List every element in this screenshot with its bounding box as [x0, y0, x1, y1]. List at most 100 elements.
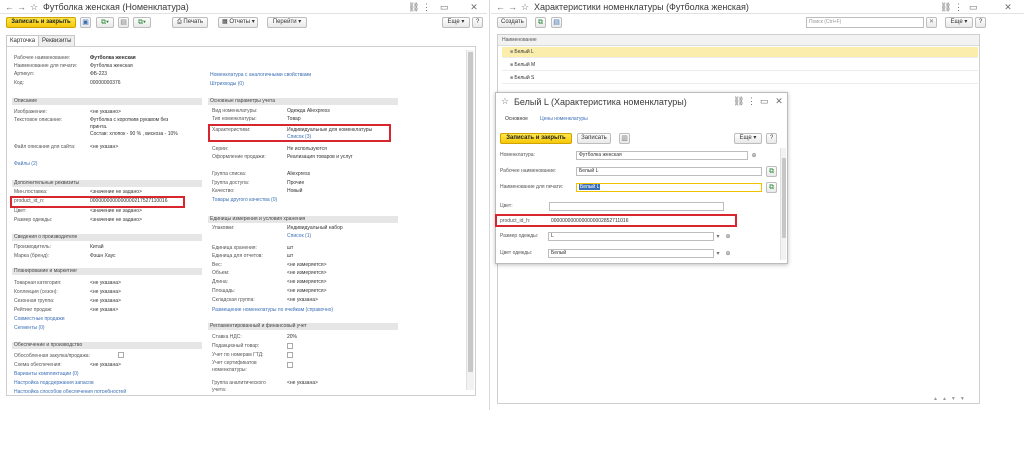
vat-value[interactable]: 20%: [287, 334, 297, 341]
barcodes-link[interactable]: Штрихкоды (0): [210, 81, 244, 88]
dialog-save-and-close-button[interactable]: Записать и закрыть: [500, 133, 572, 144]
size-dropdown-icon[interactable]: ▾: [714, 232, 722, 242]
weight-value[interactable]: <не измеряется>: [287, 262, 327, 269]
dialog-scrollbar-thumb[interactable]: [782, 158, 786, 238]
create-button[interactable]: Создать: [497, 17, 527, 28]
maximize-icon[interactable]: ▭: [760, 96, 769, 106]
color-value[interactable]: <значение не задано>: [90, 208, 142, 215]
help-button[interactable]: ?: [472, 17, 483, 28]
list-group-value[interactable]: Aliexpress: [287, 171, 310, 178]
separate-purchase-checkbox[interactable]: [118, 352, 124, 358]
packages-list-link[interactable]: Список (1): [287, 233, 311, 240]
search-input[interactable]: Поиск (Ctrl+F): [806, 17, 924, 28]
link-icon[interactable]: ⛓: [733, 96, 744, 106]
generate-name-icon[interactable]: ⧉: [766, 166, 777, 177]
folder-icon[interactable]: ▤: [551, 17, 562, 28]
text-description-line1[interactable]: Футболка с коротким рукавом без: [90, 117, 168, 124]
cert-checkbox[interactable]: [287, 362, 293, 368]
back-arrow-icon[interactable]: ←: [496, 2, 505, 12]
tab-prices[interactable]: Цены номенклатуры: [540, 116, 588, 123]
delete-icon[interactable]: ▥: [619, 133, 630, 144]
list-item-white-m[interactable]: ■ Белый M: [502, 60, 978, 71]
type-value[interactable]: Товар: [287, 116, 301, 123]
size-open-icon[interactable]: ⊕: [724, 232, 732, 242]
close-icon[interactable]: ✕: [775, 96, 783, 106]
area-value[interactable]: <не измеряется>: [287, 288, 327, 295]
minimize-icon[interactable]: ▭: [440, 2, 449, 12]
more-vertical-icon[interactable]: ⋮: [747, 96, 756, 106]
dialog-save-button[interactable]: Записать: [577, 133, 611, 144]
save-icon[interactable]: ▣: [80, 17, 91, 28]
supply-methods-link[interactable]: Настройка способов обеспечения потребнос…: [14, 389, 126, 393]
copy-icon[interactable]: ⧉▾: [133, 17, 151, 28]
vertical-scrollbar[interactable]: [466, 50, 474, 390]
sale-value[interactable]: Реализация товаров и услуг: [287, 154, 353, 161]
close-icon[interactable]: ✕: [470, 2, 478, 12]
nomenclature-field[interactable]: Футболка женская: [576, 151, 748, 160]
excise-checkbox[interactable]: [287, 343, 293, 349]
dialog-scrollbar[interactable]: [780, 148, 786, 260]
print-button[interactable]: ⎙ Печать: [172, 17, 208, 28]
save-and-close-button[interactable]: Записать и закрыть: [6, 17, 76, 28]
gtd-checkbox[interactable]: [287, 352, 293, 358]
site-file-value[interactable]: <не указан>: [90, 144, 118, 151]
sales-rating-value[interactable]: <не указан>: [90, 307, 118, 314]
cells-placement-link[interactable]: Размещение номенклатуры по ячейкам (спра…: [212, 307, 333, 314]
size-field[interactable]: L: [548, 232, 714, 241]
link-icon[interactable]: ⛓: [408, 2, 419, 12]
tab-card[interactable]: Карточка: [6, 35, 40, 46]
warehouse-group-value[interactable]: <не указана>: [287, 297, 318, 304]
back-arrow-icon[interactable]: ←: [5, 2, 14, 12]
size-value[interactable]: <значение не задано>: [90, 217, 142, 224]
similar-items-link[interactable]: Номенклатура с аналогичными свойствами: [210, 72, 311, 79]
more-vertical-icon[interactable]: ⋮: [422, 2, 431, 12]
access-group-value[interactable]: Прочие: [287, 180, 304, 187]
star-icon[interactable]: ☆: [521, 2, 529, 12]
segments-link[interactable]: Сегменты (0): [14, 325, 45, 332]
season-group-value[interactable]: <не указана>: [90, 298, 121, 305]
color-field[interactable]: [549, 202, 724, 211]
tab-requisites[interactable]: Реквизиты: [38, 35, 76, 46]
work-name-value[interactable]: Футболка женская: [90, 55, 136, 62]
clothing-color-field[interactable]: Белый: [548, 249, 714, 258]
forward-arrow-icon[interactable]: →: [508, 2, 517, 12]
dialog-help-button[interactable]: ?: [766, 133, 777, 144]
quality-value[interactable]: Новый: [287, 188, 302, 195]
print-name-field[interactable]: Белый L: [576, 183, 762, 192]
star-icon[interactable]: ☆: [30, 2, 38, 12]
list-item-white-s[interactable]: ■ Белый S: [502, 73, 978, 84]
files-link[interactable]: Файлы (2): [14, 161, 37, 168]
text-description-line3[interactable]: Состав: хлопок - 90 % , вискоза - 10%: [90, 131, 178, 138]
clothing-color-open-icon[interactable]: ⊕: [724, 249, 732, 259]
dialog-more-button[interactable]: Еще ▾: [734, 133, 762, 144]
create-based-icon[interactable]: ⧉▾: [96, 17, 114, 28]
document-icon[interactable]: ▤: [118, 17, 129, 28]
min-supply-value[interactable]: <значение не задано>: [90, 189, 142, 196]
producer-value[interactable]: Китай: [90, 244, 104, 251]
scrollbar-thumb[interactable]: [468, 52, 473, 372]
help-button-right[interactable]: ?: [975, 17, 986, 28]
goto-button[interactable]: Перейти ▾: [267, 17, 307, 28]
scroll-buttons[interactable]: ▲▲▼▼: [933, 396, 978, 402]
minimize-icon[interactable]: ▭: [969, 2, 978, 12]
column-name-header[interactable]: Наименование: [502, 37, 537, 44]
more-vertical-icon[interactable]: ⋮: [954, 2, 963, 12]
more-button[interactable]: Еще ▾: [442, 17, 470, 28]
link-icon[interactable]: ⛓: [940, 2, 951, 12]
reports-button[interactable]: ▦ Отчеты ▾: [218, 17, 258, 28]
volume-value[interactable]: <не измеряется>: [287, 270, 327, 277]
tab-main[interactable]: Основное: [505, 116, 528, 123]
report-unit-value[interactable]: шт: [287, 253, 293, 260]
print-name-value[interactable]: Футболка женская: [90, 63, 133, 70]
image-value[interactable]: <не указано>: [90, 109, 121, 116]
kind-value[interactable]: Одежда Aliexpress: [287, 108, 330, 115]
category-value[interactable]: <не указана>: [90, 280, 121, 287]
create-copy-icon[interactable]: ⧉: [535, 17, 546, 28]
more-button-right[interactable]: Еще ▾: [945, 17, 973, 28]
analytic-group-value[interactable]: <не указана>: [287, 380, 318, 387]
list-item-white-l[interactable]: ■ Белый L: [502, 47, 978, 58]
work-name-field[interactable]: Белый L: [576, 167, 762, 176]
star-icon[interactable]: ☆: [501, 96, 509, 106]
code-value[interactable]: 00000000376: [90, 80, 121, 87]
storage-unit-value[interactable]: шт: [287, 245, 293, 252]
